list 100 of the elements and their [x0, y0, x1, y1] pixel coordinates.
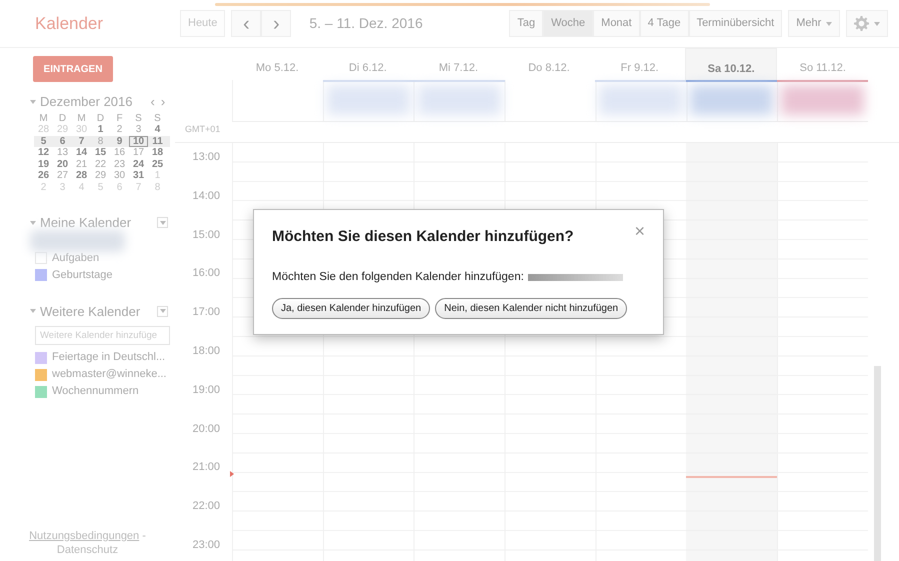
- expand-icon[interactable]: [30, 309, 36, 314]
- time-label: 18:00: [191, 344, 221, 359]
- mini-calendar-day[interactable]: 14: [72, 147, 91, 158]
- dialog-title: Möchten Sie diesen Kalender hinzufügen?: [272, 227, 575, 247]
- calendar-checkbox[interactable]: [35, 368, 47, 380]
- mini-calendar-day[interactable]: 26: [34, 170, 53, 182]
- mini-calendar-day[interactable]: 15: [91, 147, 110, 158]
- calendar-checkbox[interactable]: [35, 352, 47, 364]
- dropdown-button[interactable]: [157, 306, 168, 317]
- day-header[interactable]: Fr 9.12.: [594, 48, 685, 80]
- weekday-label: S: [153, 112, 162, 124]
- calendar-checkbox[interactable]: [35, 386, 47, 398]
- mini-calendar-day[interactable]: 9: [110, 136, 129, 147]
- dialog-button[interactable]: Ja, diesen Kalender hinzufügen: [272, 298, 430, 319]
- calendar-item[interactable]: Aufgaben: [35, 250, 175, 266]
- more-button[interactable]: Mehr: [788, 10, 840, 37]
- mini-calendar-day[interactable]: 19: [34, 158, 53, 170]
- view-tab[interactable]: Monat: [593, 10, 640, 37]
- view-tab[interactable]: Terminübersicht: [688, 10, 782, 37]
- create-button[interactable]: EINTRAGEN: [33, 56, 113, 82]
- expand-icon[interactable]: [30, 220, 36, 225]
- mini-calendar-day[interactable]: 23: [110, 158, 129, 170]
- weekday-label: D: [58, 112, 68, 124]
- dialog-button[interactable]: Nein, diesen Kalender nicht hinzufügen: [435, 298, 628, 319]
- mini-calendar-day[interactable]: 2: [110, 124, 129, 136]
- mini-calendar-day[interactable]: 21: [72, 158, 91, 170]
- mini-calendar-day[interactable]: 5: [34, 136, 53, 147]
- previous-month-button[interactable]: ‹: [150, 92, 155, 112]
- next-month-button[interactable]: ›: [160, 92, 166, 112]
- mini-calendar-day[interactable]: 11: [148, 136, 167, 147]
- weekday-label: M: [76, 112, 87, 124]
- dropdown-button[interactable]: [157, 217, 168, 228]
- time-label: 20:00: [191, 422, 221, 437]
- day-header[interactable]: Mo 5.12.: [232, 48, 323, 80]
- previous-button[interactable]: ‹: [231, 10, 262, 37]
- caret-icon: [160, 309, 166, 314]
- day-header[interactable]: Di 6.12.: [322, 48, 414, 80]
- caret-icon: [874, 22, 880, 26]
- mini-calendar-day[interactable]: 10: [129, 136, 148, 147]
- mini-calendar-day[interactable]: 1: [91, 124, 110, 136]
- calendar-checkbox[interactable]: [35, 252, 47, 264]
- day-header[interactable]: Sa 10.12.: [684, 48, 778, 80]
- settings-button[interactable]: [846, 10, 888, 37]
- privacy-link[interactable]: Datenschutz: [56, 544, 118, 556]
- calendar-item[interactable]: Feiertage in Deutschl...: [35, 349, 175, 366]
- group-title: Meine Kalender: [40, 214, 132, 232]
- next-button[interactable]: ›: [261, 10, 292, 37]
- mini-calendar-day[interactable]: 24: [129, 158, 148, 170]
- day-header[interactable]: So 11.12.: [777, 48, 868, 80]
- terms-link[interactable]: Nutzungsbedingungen: [29, 530, 140, 542]
- calendar-item[interactable]: Geburtstage: [35, 266, 175, 284]
- mini-calendar-day[interactable]: 27: [53, 170, 72, 182]
- mini-calendar-day[interactable]: 22: [91, 158, 110, 170]
- view-tab[interactable]: 4 Tage: [640, 10, 689, 37]
- mini-calendar-day[interactable]: 12: [34, 147, 53, 158]
- mini-calendar-day[interactable]: 20: [53, 158, 72, 170]
- current-time-marker: [230, 471, 234, 477]
- dialog-message: Möchten Sie den folgenden Kalender hinzufügen:: [272, 270, 524, 284]
- mini-calendar-day[interactable]: 17: [129, 147, 148, 158]
- time-label: 13:00: [191, 150, 221, 165]
- calendar-item[interactable]: webmaster@winneke...: [35, 366, 175, 383]
- view-tab[interactable]: Woche: [543, 10, 594, 37]
- expand-icon[interactable]: [30, 100, 36, 104]
- mini-calendar-day[interactable]: 30: [110, 170, 129, 182]
- day-header[interactable]: Do 8.12.: [504, 48, 594, 80]
- calendar-checkbox[interactable]: [35, 269, 47, 281]
- mini-calendar-day[interactable]: 7: [72, 136, 91, 147]
- mini-calendar-day[interactable]: 31: [129, 170, 148, 182]
- time-label: 15:00: [191, 228, 221, 243]
- time-label: 23:00: [191, 538, 221, 553]
- mini-calendar-day[interactable]: 3: [129, 124, 148, 136]
- mini-calendar-day[interactable]: 4: [148, 124, 167, 136]
- mini-calendar-day[interactable]: 28: [72, 170, 91, 182]
- caret-icon: [160, 220, 166, 225]
- time-label: 22:00: [191, 499, 221, 514]
- day-header[interactable]: Mi 7.12.: [413, 48, 504, 80]
- view-tab[interactable]: Tag: [509, 10, 544, 37]
- mini-calendar-day[interactable]: 6: [53, 136, 72, 147]
- mini-calendar-day[interactable]: 8: [91, 136, 110, 147]
- close-button[interactable]: ×: [634, 218, 645, 245]
- time-label: 21:00: [191, 460, 221, 476]
- settings-icon: [854, 16, 870, 31]
- mini-calendar-day[interactable]: 29: [91, 170, 110, 182]
- time-label: 19:00: [191, 382, 221, 398]
- app-title: Kalender: [34, 12, 104, 35]
- weekday-label: D: [96, 112, 106, 124]
- time-label: 17:00: [191, 305, 221, 320]
- weekday-label: F: [115, 112, 124, 124]
- scrollbar[interactable]: [874, 366, 881, 561]
- month-title: Dezember 2016: [40, 93, 132, 111]
- time-label: 14:00: [191, 188, 221, 204]
- time-label: 16:00: [191, 266, 221, 282]
- mini-calendar-day[interactable]: 13: [53, 147, 72, 158]
- mini-calendar-day[interactable]: 25: [148, 158, 167, 170]
- calendar-item[interactable]: Wochennummern: [35, 383, 175, 400]
- mini-calendar-day[interactable]: 16: [110, 147, 129, 158]
- mini-calendar-day[interactable]: 18: [148, 147, 167, 158]
- separator-text: -: [141, 530, 146, 542]
- group-title: Weitere Kalender: [40, 302, 140, 320]
- caret-icon: [826, 22, 832, 26]
